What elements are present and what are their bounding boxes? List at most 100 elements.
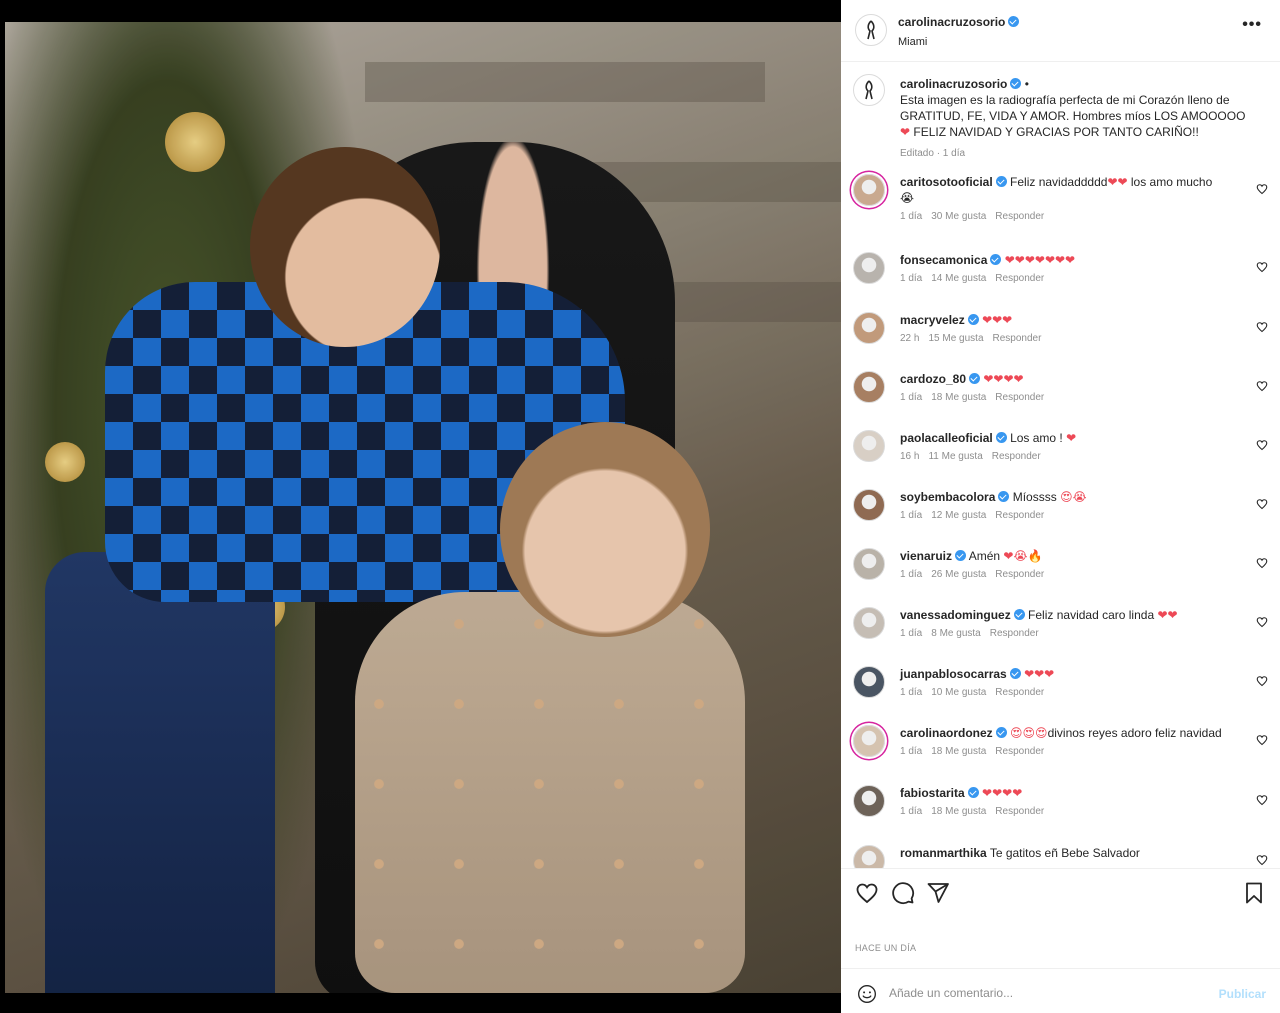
- comment-time[interactable]: 22 h: [900, 333, 919, 344]
- comment-time[interactable]: 1 día: [900, 211, 922, 222]
- commenter-username[interactable]: fonsecamonica: [900, 253, 987, 267]
- comment-input[interactable]: [889, 979, 1199, 1007]
- commenter-username[interactable]: vanessadominguez: [900, 608, 1011, 622]
- commenter-avatar[interactable]: [853, 845, 885, 868]
- comment-time[interactable]: 1 día: [900, 392, 922, 403]
- comment-message: Los amo !: [1010, 431, 1067, 445]
- post-image[interactable]: [5, 22, 841, 993]
- comment-like-heart-icon[interactable]: [1256, 616, 1268, 628]
- comment-time[interactable]: 1 día: [900, 746, 922, 757]
- comment-like-heart-icon[interactable]: [1256, 498, 1268, 510]
- comment-body: carolinaordonez 😍😍😍divinos reyes adoro f…: [900, 725, 1245, 757]
- reply-button[interactable]: Responder: [993, 333, 1042, 344]
- commenter-avatar[interactable]: [853, 607, 885, 639]
- commenter-username[interactable]: juanpablosocarras: [900, 667, 1007, 681]
- comment-likes[interactable]: 12 Me gusta: [931, 510, 986, 521]
- commenter-username[interactable]: vienaruiz: [900, 549, 952, 563]
- comment-likes[interactable]: 11 Me gusta: [928, 451, 982, 462]
- comment-composer: Publicar: [841, 968, 1280, 1013]
- comments-list[interactable]: carolinacruzosorio • Esta imagen es la r…: [841, 62, 1280, 868]
- comment-like-heart-icon[interactable]: [1256, 854, 1268, 866]
- commenter-avatar[interactable]: [853, 785, 885, 817]
- comment-time[interactable]: 1 día: [900, 273, 922, 284]
- comment-body: fabiostarita ❤❤❤❤ 1 día 18 Me gusta Respond…: [900, 785, 1245, 817]
- like-heart-icon[interactable]: [855, 881, 879, 905]
- emoji-picker-icon[interactable]: [857, 984, 877, 1004]
- reply-button[interactable]: Responder: [990, 628, 1039, 639]
- commenter-avatar[interactable]: [853, 489, 885, 521]
- comment-likes[interactable]: 18 Me gusta: [931, 746, 986, 757]
- comment-time[interactable]: 1 día: [900, 806, 922, 817]
- reply-button[interactable]: Responder: [995, 687, 1044, 698]
- commenter-username[interactable]: caritosotooficial: [900, 175, 993, 189]
- author-avatar[interactable]: [855, 14, 887, 46]
- caption-username[interactable]: carolinacruzosorio: [900, 77, 1007, 91]
- commenter-avatar[interactable]: [853, 725, 885, 757]
- comment-time[interactable]: 1 día: [900, 687, 922, 698]
- comment-time[interactable]: 1 día: [900, 628, 922, 639]
- commenter-avatar[interactable]: [853, 430, 885, 462]
- reply-button[interactable]: Responder: [995, 510, 1044, 521]
- commenter-username[interactable]: romanmarthika: [900, 846, 987, 860]
- commenter-username[interactable]: carolinaordonez: [900, 726, 993, 740]
- comment-bubble-icon[interactable]: [891, 881, 915, 905]
- commenter-username[interactable]: macryvelez: [900, 313, 965, 327]
- comment-like-heart-icon[interactable]: [1256, 261, 1268, 273]
- comment-likes[interactable]: 14 Me gusta: [931, 273, 986, 284]
- comment-like-heart-icon[interactable]: [1256, 557, 1268, 569]
- commenter-avatar[interactable]: [853, 174, 885, 206]
- verified-badge-icon: [998, 491, 1010, 502]
- comment-message: Feliz navidad caro linda: [1028, 608, 1158, 622]
- comment-likes[interactable]: 15 Me gusta: [928, 333, 983, 344]
- comment-time[interactable]: 1 día: [900, 510, 922, 521]
- reply-button[interactable]: Responder: [995, 746, 1044, 757]
- comment-like-heart-icon[interactable]: [1256, 439, 1268, 451]
- comment-likes[interactable]: 8 Me gusta: [931, 628, 980, 639]
- reply-button[interactable]: Responder: [995, 273, 1044, 284]
- comment-like-heart-icon[interactable]: [1256, 321, 1268, 333]
- comment-likes[interactable]: 10 Me gusta: [931, 687, 986, 698]
- author-username[interactable]: carolinacruzosorio: [898, 15, 1005, 29]
- commenter-avatar[interactable]: [853, 548, 885, 580]
- reply-button[interactable]: Responder: [995, 211, 1044, 222]
- reply-button[interactable]: Responder: [995, 806, 1044, 817]
- reply-button[interactable]: Responder: [995, 392, 1044, 403]
- comment-line-2: 😭: [900, 191, 915, 205]
- more-options-button[interactable]: •••: [1242, 16, 1262, 34]
- verified-badge-icon: [969, 373, 981, 384]
- commenter-avatar[interactable]: [853, 252, 885, 284]
- comment-time[interactable]: 1 día: [900, 569, 922, 580]
- comment-emoji: ❤😭🔥: [1003, 549, 1043, 563]
- caption-avatar[interactable]: [853, 74, 885, 106]
- comment-emoji: ❤❤❤: [982, 313, 1013, 327]
- commenter-avatar[interactable]: [853, 312, 885, 344]
- photo-overlay: [5, 22, 841, 993]
- reply-button[interactable]: Responder: [992, 451, 1041, 462]
- post-location[interactable]: Miami: [898, 36, 1019, 48]
- commenter-avatar[interactable]: [853, 666, 885, 698]
- comment-like-heart-icon[interactable]: [1256, 734, 1268, 746]
- verified-badge-icon: [995, 176, 1007, 187]
- commenter-username[interactable]: cardozo_80: [900, 372, 966, 386]
- comment-message-after: divinos reyes adoro feliz navidad: [1047, 726, 1222, 740]
- commenter-username[interactable]: fabiostarita: [900, 786, 965, 800]
- share-send-icon[interactable]: [926, 881, 950, 905]
- comment-likes[interactable]: 18 Me gusta: [931, 392, 986, 403]
- commenter-username[interactable]: soybembacolora: [900, 490, 995, 504]
- reply-button[interactable]: Responder: [995, 569, 1044, 580]
- comment-likes[interactable]: 30 Me gusta: [931, 211, 986, 222]
- author-logo-icon: [867, 20, 875, 40]
- comment-like-heart-icon[interactable]: [1256, 380, 1268, 392]
- save-bookmark-icon[interactable]: [1242, 881, 1266, 905]
- comment-like-heart-icon[interactable]: [1256, 794, 1268, 806]
- comment-likes[interactable]: 26 Me gusta: [931, 569, 986, 580]
- comment-text: paolacalleoficial Los amo ! ❤: [900, 430, 1245, 446]
- commenter-username[interactable]: paolacalleoficial: [900, 431, 993, 445]
- comment-like-heart-icon[interactable]: [1256, 183, 1268, 195]
- comment-like-heart-icon[interactable]: [1256, 675, 1268, 687]
- comment-time[interactable]: 16 h: [900, 451, 919, 462]
- publish-button[interactable]: Publicar: [1219, 987, 1266, 1001]
- comment-emoji: ❤❤❤: [1024, 667, 1055, 681]
- comment-likes[interactable]: 18 Me gusta: [931, 806, 986, 817]
- commenter-avatar[interactable]: [853, 371, 885, 403]
